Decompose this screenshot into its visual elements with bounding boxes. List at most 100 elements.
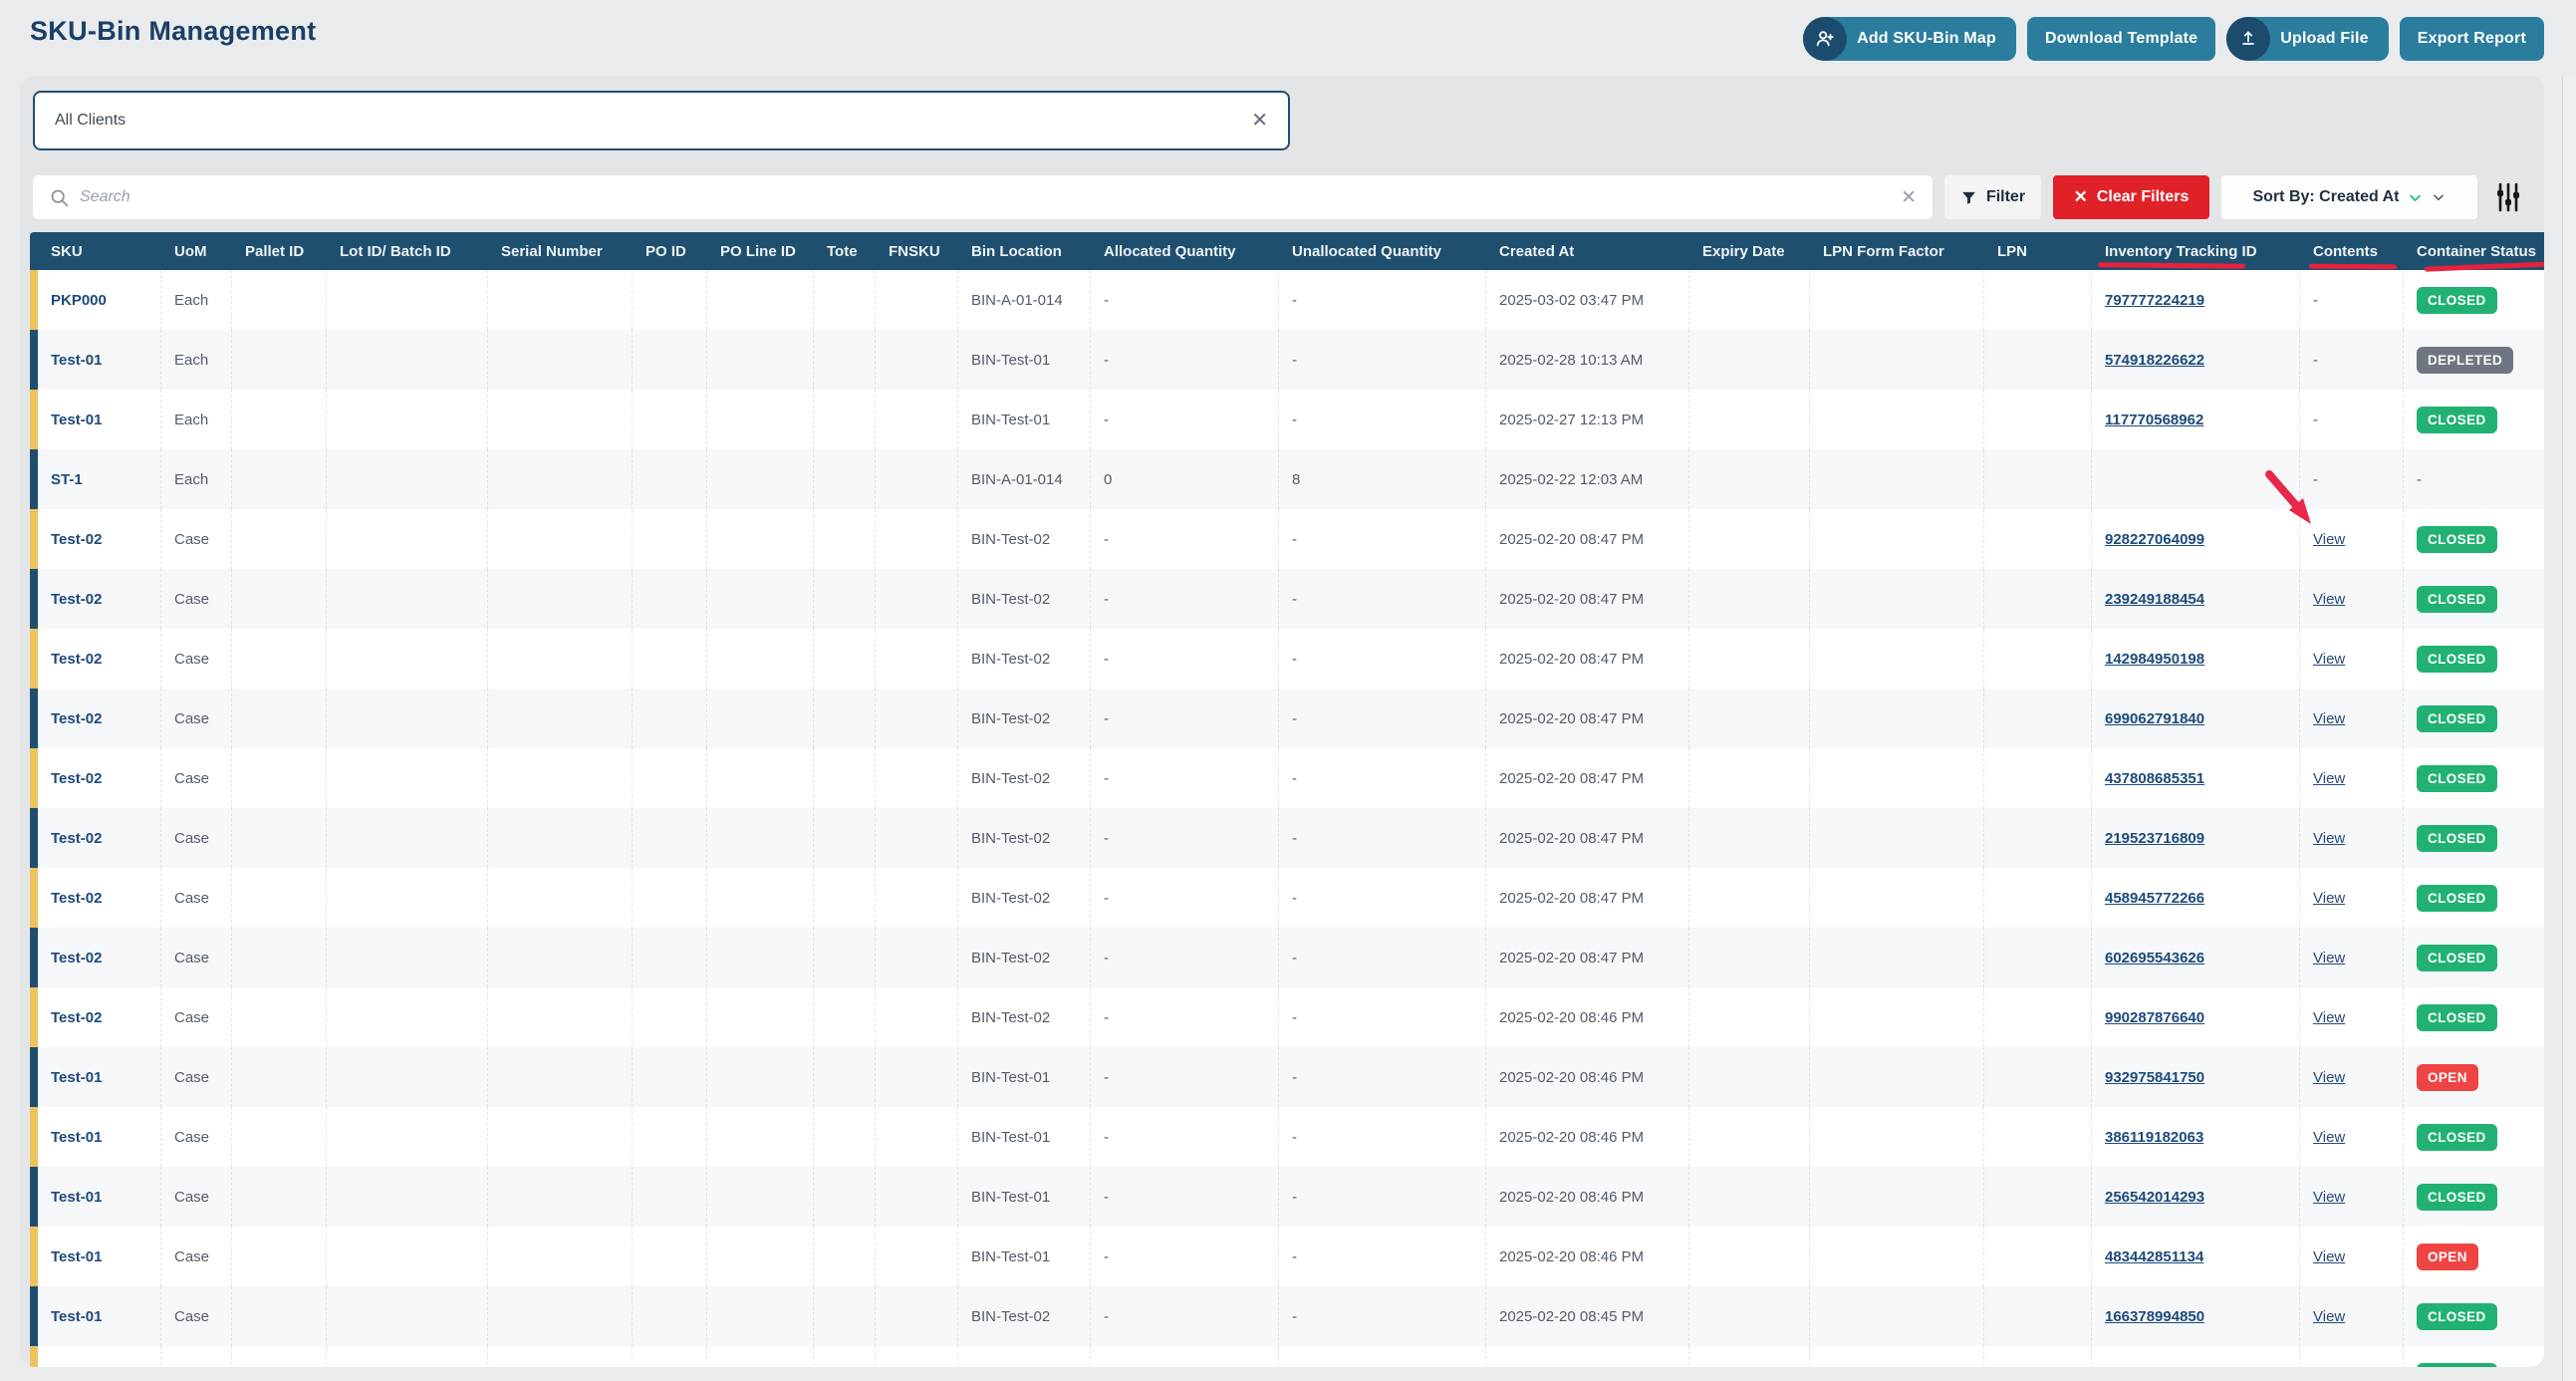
cell-serial (488, 629, 633, 689)
view-contents-link[interactable]: View (2313, 651, 2345, 668)
cell-lot_id (327, 330, 488, 390)
inventory-tracking-id-link[interactable]: 239249188454 (2105, 591, 2204, 608)
sort-by-dropdown[interactable]: Sort By: Created At (2221, 175, 2477, 219)
cell-created: 2025-02-28 10:13 AM (1486, 330, 1689, 390)
cell-lpn (1984, 1227, 2092, 1286)
cell-pallet_id (232, 928, 327, 987)
inventory-tracking-id-link[interactable]: 932975841750 (2105, 1069, 2204, 1086)
cell-lpn_ff (1810, 1047, 1984, 1107)
cell-tote (814, 928, 876, 987)
cell-created: 2025-02-20 08:47 PM (1486, 808, 1689, 868)
cell-bin: BIN-Test-01 (958, 1047, 1091, 1107)
inventory-tracking-id-link[interactable]: 386119182063 (2105, 1129, 2203, 1146)
inventory-tracking-id-link[interactable]: 458945772266 (2105, 890, 2204, 907)
add-sku-bin-map-button[interactable]: Add SKU-Bin Map (1803, 17, 2016, 61)
cell-bin: BIN-Test-02 (958, 1286, 1091, 1346)
row-accent-bar (30, 987, 38, 1047)
cell-fnsku (876, 509, 958, 569)
sort-direction-chevron-icon[interactable] (2408, 190, 2423, 205)
upload-file-button[interactable]: Upload File (2226, 17, 2388, 61)
search-clear-icon[interactable]: ✕ (1901, 186, 1917, 209)
inventory-tracking-id-link[interactable]: 437808685351 (2105, 770, 2204, 787)
inventory-tracking-id-link[interactable]: 602695543626 (2105, 950, 2204, 967)
cell-bin: BIN-Test-01 (958, 1227, 1091, 1286)
view-contents-link[interactable]: View (2313, 591, 2345, 608)
view-contents-link[interactable]: View (2313, 1308, 2345, 1325)
view-contents-link[interactable]: View (2313, 710, 2345, 727)
column-header-unalloc: Unallocated Quantity (1279, 243, 1486, 260)
cell-tote (814, 569, 876, 629)
export-report-button[interactable]: Export Report (2400, 17, 2544, 61)
inventory-tracking-id-link[interactable]: 166378994850 (2105, 1308, 2204, 1325)
view-contents-link[interactable]: View (2313, 950, 2345, 967)
cell-uom: Each (161, 390, 232, 449)
cell-po_line_id (707, 390, 814, 449)
cell-alloc: - (1091, 987, 1279, 1047)
cell-expiry (1689, 1286, 1810, 1346)
cell-bin: BIN-Test-02 (958, 987, 1091, 1047)
main-card: All Clients ✕ ✕ Filter ✕ Clear Filters S… (20, 76, 2544, 1367)
cell-fnsku (876, 1346, 958, 1367)
view-contents-link[interactable]: View (2313, 1189, 2345, 1206)
client-filter-select[interactable]: All Clients ✕ (33, 91, 1290, 150)
view-contents-link[interactable]: View (2313, 1248, 2345, 1265)
view-contents-link[interactable]: View (2313, 770, 2345, 787)
search-icon (49, 187, 70, 208)
cell-sku: Test-01 (38, 390, 161, 449)
cell-contents: View (2300, 1346, 2404, 1367)
cell-uom: Case (161, 987, 232, 1047)
inventory-tracking-id-link[interactable]: 574918226622 (2105, 352, 2204, 369)
table-row: Test-01EachBIN-Test-01--2025-02-28 10:13… (30, 330, 2544, 390)
filter-button[interactable]: Filter (1944, 175, 2041, 219)
cell-lot_id (327, 689, 488, 748)
inventory-tracking-id-link[interactable]: 797777224219 (2105, 292, 2204, 309)
cell-expiry (1689, 569, 1810, 629)
cell-bin: BIN-Test-02 (958, 1346, 1091, 1367)
view-contents-link[interactable]: View (2313, 1009, 2345, 1026)
inventory-tracking-id-link[interactable]: 117770568962 (2105, 412, 2203, 428)
cell-unalloc: - (1279, 1286, 1486, 1346)
row-accent-bar (30, 1286, 38, 1346)
cell-fnsku (876, 689, 958, 748)
cell-status: CLOSED (2404, 1346, 2544, 1367)
download-template-button[interactable]: Download Template (2027, 17, 2215, 61)
cell-tote (814, 1346, 876, 1367)
vertical-scrollbar[interactable] (2562, 76, 2576, 1381)
inventory-tracking-id-link[interactable]: 142984950198 (2105, 651, 2204, 668)
cell-status: CLOSED (2404, 270, 2544, 330)
clear-filters-button[interactable]: ✕ Clear Filters (2053, 175, 2209, 219)
cell-sku: Test-02 (38, 509, 161, 569)
inventory-tracking-id-link[interactable]: 219523716809 (2105, 830, 2204, 847)
view-contents-link[interactable]: View (2313, 890, 2345, 907)
search-input[interactable] (80, 188, 1891, 206)
cell-bin: BIN-Test-01 (958, 390, 1091, 449)
chevron-down-icon[interactable] (2432, 190, 2446, 204)
cell-alloc: - (1091, 1107, 1279, 1167)
cell-created: 2025-02-20 08:46 PM (1486, 987, 1689, 1047)
inventory-tracking-id-link[interactable]: 699062791840 (2105, 710, 2204, 727)
cell-serial (488, 330, 633, 390)
view-contents-link[interactable]: View (2313, 830, 2345, 847)
cell-tote (814, 1107, 876, 1167)
table-row: Test-02CaseBIN-Test-02--2025-02-20 08:47… (30, 868, 2544, 928)
cell-expiry (1689, 868, 1810, 928)
cell-alloc: - (1091, 868, 1279, 928)
inventory-tracking-id-link[interactable]: 928227064099 (2105, 531, 2204, 548)
view-contents-link[interactable]: View (2313, 1129, 2345, 1146)
cell-contents: View (2300, 569, 2404, 629)
cell-fnsku (876, 1047, 958, 1107)
cell-serial (488, 1286, 633, 1346)
inventory-tracking-id-link[interactable]: 483442851134 (2105, 1248, 2203, 1265)
cell-lot_id (327, 1286, 488, 1346)
cell-serial (488, 270, 633, 330)
cell-lpn_ff (1810, 509, 1984, 569)
inventory-tracking-id-link[interactable]: 990287876640 (2105, 1009, 2204, 1026)
inventory-tracking-id-link[interactable]: 256542014293 (2105, 1189, 2204, 1206)
cell-lpn_ff (1810, 1107, 1984, 1167)
column-settings-button[interactable] (2489, 175, 2527, 219)
view-contents-link[interactable]: View (2313, 1069, 2345, 1086)
cell-fnsku (876, 987, 958, 1047)
client-filter-clear-icon[interactable]: ✕ (1251, 111, 1268, 131)
row-accent-bar (30, 748, 38, 808)
column-header-uom: UoM (161, 243, 232, 260)
